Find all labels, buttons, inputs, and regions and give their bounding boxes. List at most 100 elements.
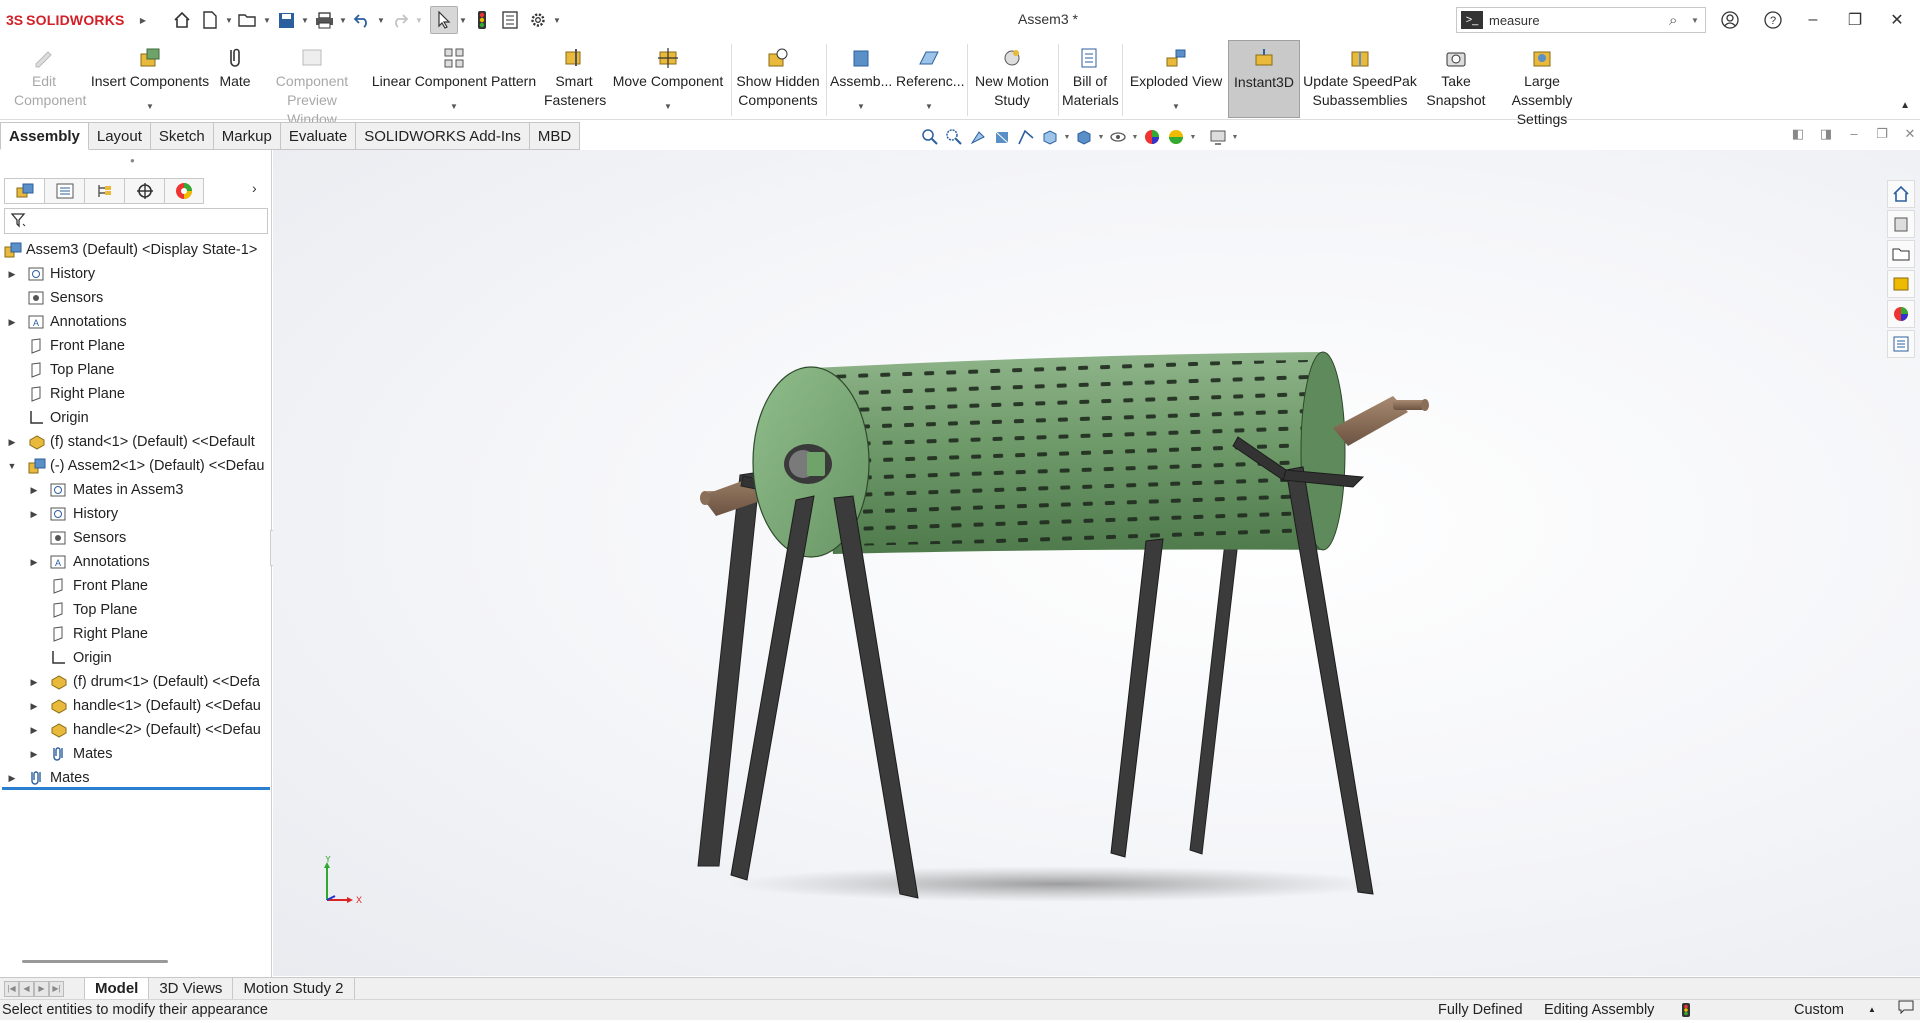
- expand-arrow-icon[interactable]: ▶: [28, 694, 40, 718]
- tab-3d-views[interactable]: 3D Views: [149, 977, 234, 1000]
- insert-components-button[interactable]: Insert Components ▼: [88, 40, 212, 118]
- property-manager-tab[interactable]: [44, 178, 84, 204]
- previous-view-icon[interactable]: [966, 126, 990, 148]
- last-tab-arrow-icon[interactable]: ▶|: [49, 980, 64, 997]
- open-dropdown-arrow-icon[interactable]: ▼: [262, 6, 272, 34]
- exploded-view-button[interactable]: Exploded View ▼: [1126, 40, 1226, 118]
- expand-arrow-icon[interactable]: ▶: [6, 430, 18, 454]
- expand-arrow-icon[interactable]: ▶: [28, 742, 40, 766]
- instant3d-button[interactable]: Instant3D: [1228, 40, 1300, 118]
- tab-motion-study-2[interactable]: Motion Study 2: [233, 977, 355, 1000]
- unit-system-status[interactable]: Custom: [1794, 1000, 1844, 1020]
- command-search-box[interactable]: >_ ⌕ ▼: [1456, 7, 1706, 33]
- open-folder-icon[interactable]: [234, 6, 262, 34]
- options-gear-icon[interactable]: [524, 6, 552, 34]
- tree-node[interactable]: ▶ handle<1> (Default) <<Defau: [0, 694, 270, 718]
- file-explorer-icon[interactable]: [1887, 240, 1915, 268]
- unit-system-dropdown-icon[interactable]: ▲: [1868, 1000, 1876, 1020]
- options-dropdown-arrow-icon[interactable]: ▼: [552, 6, 562, 34]
- tree-node[interactable]: Sensors: [0, 286, 270, 310]
- panel-grip-icon[interactable]: ●: [130, 156, 135, 165]
- tab-sketch[interactable]: Sketch: [150, 122, 214, 150]
- tree-node[interactable]: ▼ (-) Assem2<1> (Default) <<Defau: [0, 454, 270, 478]
- tree-node[interactable]: ▶ (f) stand<1> (Default) <<Default: [0, 430, 270, 454]
- appearances-scenes-icon[interactable]: [1887, 300, 1915, 328]
- section-view-icon[interactable]: [990, 126, 1014, 148]
- solidworks-logo[interactable]: 3S SOLIDWORKS: [0, 0, 138, 40]
- insert-components-dropdown-icon[interactable]: ▼: [146, 97, 154, 116]
- tree-node[interactable]: Sensors: [0, 526, 270, 550]
- smart-fasteners-button[interactable]: Smart Fasteners: [544, 40, 606, 118]
- undo-dropdown-arrow-icon[interactable]: ▼: [376, 6, 386, 34]
- select-dropdown-arrow-icon[interactable]: ▼: [458, 6, 468, 34]
- linear-pattern-dropdown-icon[interactable]: ▼: [450, 97, 458, 116]
- custom-properties-icon[interactable]: [1887, 330, 1915, 358]
- linear-component-pattern-button[interactable]: Linear Component Pattern ▼: [368, 40, 540, 118]
- expand-arrow-icon[interactable]: ▶: [28, 718, 40, 742]
- update-speedpak-button[interactable]: Update SpeedPak Subassemblies: [1302, 40, 1418, 118]
- tree-node[interactable]: Front Plane: [0, 574, 270, 598]
- assembly-model-render[interactable]: [273, 150, 1920, 976]
- large-assembly-settings-button[interactable]: Large Assembly Settings: [1494, 40, 1590, 127]
- search-icon[interactable]: ⌕: [1669, 12, 1691, 29]
- view-settings-dropdown-icon[interactable]: ▼: [1230, 134, 1240, 141]
- tree-node[interactable]: ▶ Mates: [0, 742, 270, 766]
- expand-arrow-icon[interactable]: ▶: [28, 550, 40, 574]
- solidworks-resources-home-icon[interactable]: [1887, 180, 1915, 208]
- design-library-icon[interactable]: [1887, 210, 1915, 238]
- new-motion-study-button[interactable]: New Motion Study: [970, 40, 1054, 118]
- viewport-restore-icon[interactable]: ❐: [1868, 126, 1896, 142]
- minimize-window-icon[interactable]: –: [1798, 6, 1828, 34]
- print-icon[interactable]: [310, 6, 338, 34]
- restore-window-icon[interactable]: ❐: [1840, 6, 1870, 34]
- print-dropdown-arrow-icon[interactable]: ▼: [338, 6, 348, 34]
- hide-show-items-icon[interactable]: [1106, 126, 1130, 148]
- reference-geometry-button[interactable]: Referenc... ▼: [896, 40, 964, 118]
- configuration-manager-tab[interactable]: [84, 178, 124, 204]
- collapse-arrow-icon[interactable]: ▼: [6, 454, 18, 478]
- tree-node[interactable]: Origin: [0, 406, 270, 430]
- tab-layout[interactable]: Layout: [88, 122, 151, 150]
- tree-node[interactable]: ▶ Mates in Assem3: [0, 478, 270, 502]
- save-icon[interactable]: [272, 6, 300, 34]
- new-document-icon[interactable]: [196, 6, 224, 34]
- rebuild-status-icon[interactable]: [1682, 1003, 1690, 1023]
- viewport-close-icon[interactable]: ✕: [1896, 126, 1920, 142]
- view-orientation-icon[interactable]: [1038, 126, 1062, 148]
- reference-geometry-dropdown-icon[interactable]: ▼: [925, 97, 933, 116]
- split-view-left-icon[interactable]: ◧: [1784, 126, 1812, 142]
- first-tab-arrow-icon[interactable]: |◀: [4, 980, 19, 997]
- move-component-dropdown-icon[interactable]: ▼: [664, 97, 672, 116]
- save-dropdown-arrow-icon[interactable]: ▼: [300, 6, 310, 34]
- panel-horizontal-scrollbar[interactable]: [22, 960, 168, 963]
- zoom-to-area-icon[interactable]: [942, 126, 966, 148]
- view-palette-icon[interactable]: [1887, 270, 1915, 298]
- tree-node[interactable]: Origin: [0, 646, 270, 670]
- home-icon[interactable]: [168, 6, 196, 34]
- handle-right[interactable]: [1333, 396, 1429, 446]
- undo-icon[interactable]: [348, 6, 376, 34]
- close-window-icon[interactable]: ✕: [1882, 6, 1912, 34]
- tree-node[interactable]: ▶ A Annotations: [0, 550, 270, 574]
- tree-node[interactable]: ▶ History: [0, 262, 270, 286]
- new-dropdown-arrow-icon[interactable]: ▼: [224, 6, 234, 34]
- hide-show-dropdown-icon[interactable]: ▼: [1130, 134, 1140, 141]
- next-tab-arrow-icon[interactable]: ▶: [34, 980, 49, 997]
- split-view-right-icon[interactable]: ◨: [1812, 126, 1840, 142]
- view-settings-icon[interactable]: [1206, 126, 1230, 148]
- filter-funnel-icon[interactable]: [10, 212, 27, 231]
- expand-arrow-icon[interactable]: ▶: [28, 670, 40, 694]
- search-dropdown-arrow-icon[interactable]: ▼: [1691, 16, 1705, 25]
- file-properties-icon[interactable]: [496, 6, 524, 34]
- prev-tab-arrow-icon[interactable]: ◀: [19, 980, 34, 997]
- tree-node[interactable]: ▶ History: [0, 502, 270, 526]
- zoom-to-fit-icon[interactable]: [918, 126, 942, 148]
- tree-node[interactable]: ▶ handle<2> (Default) <<Defau: [0, 718, 270, 742]
- bill-of-materials-button[interactable]: Bill of Materials: [1062, 40, 1119, 118]
- take-snapshot-button[interactable]: Take Snapshot: [1420, 40, 1492, 118]
- tree-node[interactable]: Top Plane: [0, 358, 270, 382]
- user-account-icon[interactable]: [1715, 6, 1745, 34]
- tree-node[interactable]: ▶ (f) drum<1> (Default) <<Defa: [0, 670, 270, 694]
- tab-model[interactable]: Model: [84, 977, 150, 1000]
- apply-scene-dropdown-icon[interactable]: ▼: [1188, 134, 1198, 141]
